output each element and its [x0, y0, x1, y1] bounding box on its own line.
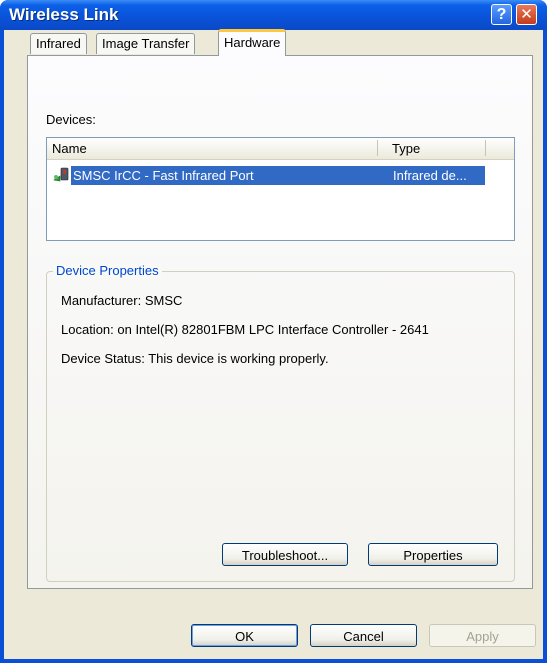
- help-button[interactable]: ?: [491, 4, 512, 25]
- window-title: Wireless Link: [9, 5, 119, 24]
- tab-label: Hardware: [224, 35, 281, 50]
- properties-button[interactable]: Properties: [368, 543, 498, 566]
- tab-hardware[interactable]: Hardware: [218, 29, 287, 56]
- close-icon: ✕: [520, 6, 533, 23]
- tab-infrared[interactable]: Infrared: [30, 33, 87, 54]
- infrared-device-icon: [53, 167, 69, 182]
- device-name: SMSC IrCC - Fast Infrared Port: [73, 168, 254, 183]
- device-properties-group: [46, 271, 515, 582]
- list-item[interactable]: SMSC IrCC - Fast Infrared Port Infrared …: [71, 166, 485, 185]
- tab-label: Infrared: [36, 36, 81, 51]
- dialog-window: Wireless Link ? ✕ Infrared Image Transfe…: [0, 0, 547, 663]
- column-header-name[interactable]: Name: [52, 141, 87, 156]
- column-header-type[interactable]: Type: [392, 141, 420, 156]
- ok-button[interactable]: OK: [191, 624, 298, 647]
- apply-button[interactable]: Apply: [429, 624, 536, 647]
- location-text: Location: on Intel(R) 82801FBM LPC Inter…: [61, 322, 429, 337]
- close-button[interactable]: ✕: [516, 4, 537, 25]
- device-properties-title: Device Properties: [53, 263, 162, 278]
- column-divider[interactable]: [377, 140, 378, 156]
- column-divider[interactable]: [485, 140, 486, 156]
- title-bar[interactable]: Wireless Link ? ✕: [0, 0, 547, 30]
- devices-list[interactable]: Name Type SMSC IrCC - Fast Infrared Port…: [46, 137, 515, 241]
- tab-label: Image Transfer: [102, 36, 190, 51]
- list-header: Name Type: [47, 138, 514, 160]
- device-status-text: Device Status: This device is working pr…: [61, 351, 329, 366]
- help-icon: ?: [496, 6, 507, 23]
- tab-image-transfer[interactable]: Image Transfer: [96, 33, 196, 54]
- manufacturer-text: Manufacturer: SMSC: [61, 293, 183, 308]
- troubleshoot-button[interactable]: Troubleshoot...: [222, 543, 348, 566]
- devices-label: Devices:: [46, 112, 96, 127]
- cancel-button[interactable]: Cancel: [310, 624, 417, 647]
- device-type: Infrared de...: [393, 168, 467, 183]
